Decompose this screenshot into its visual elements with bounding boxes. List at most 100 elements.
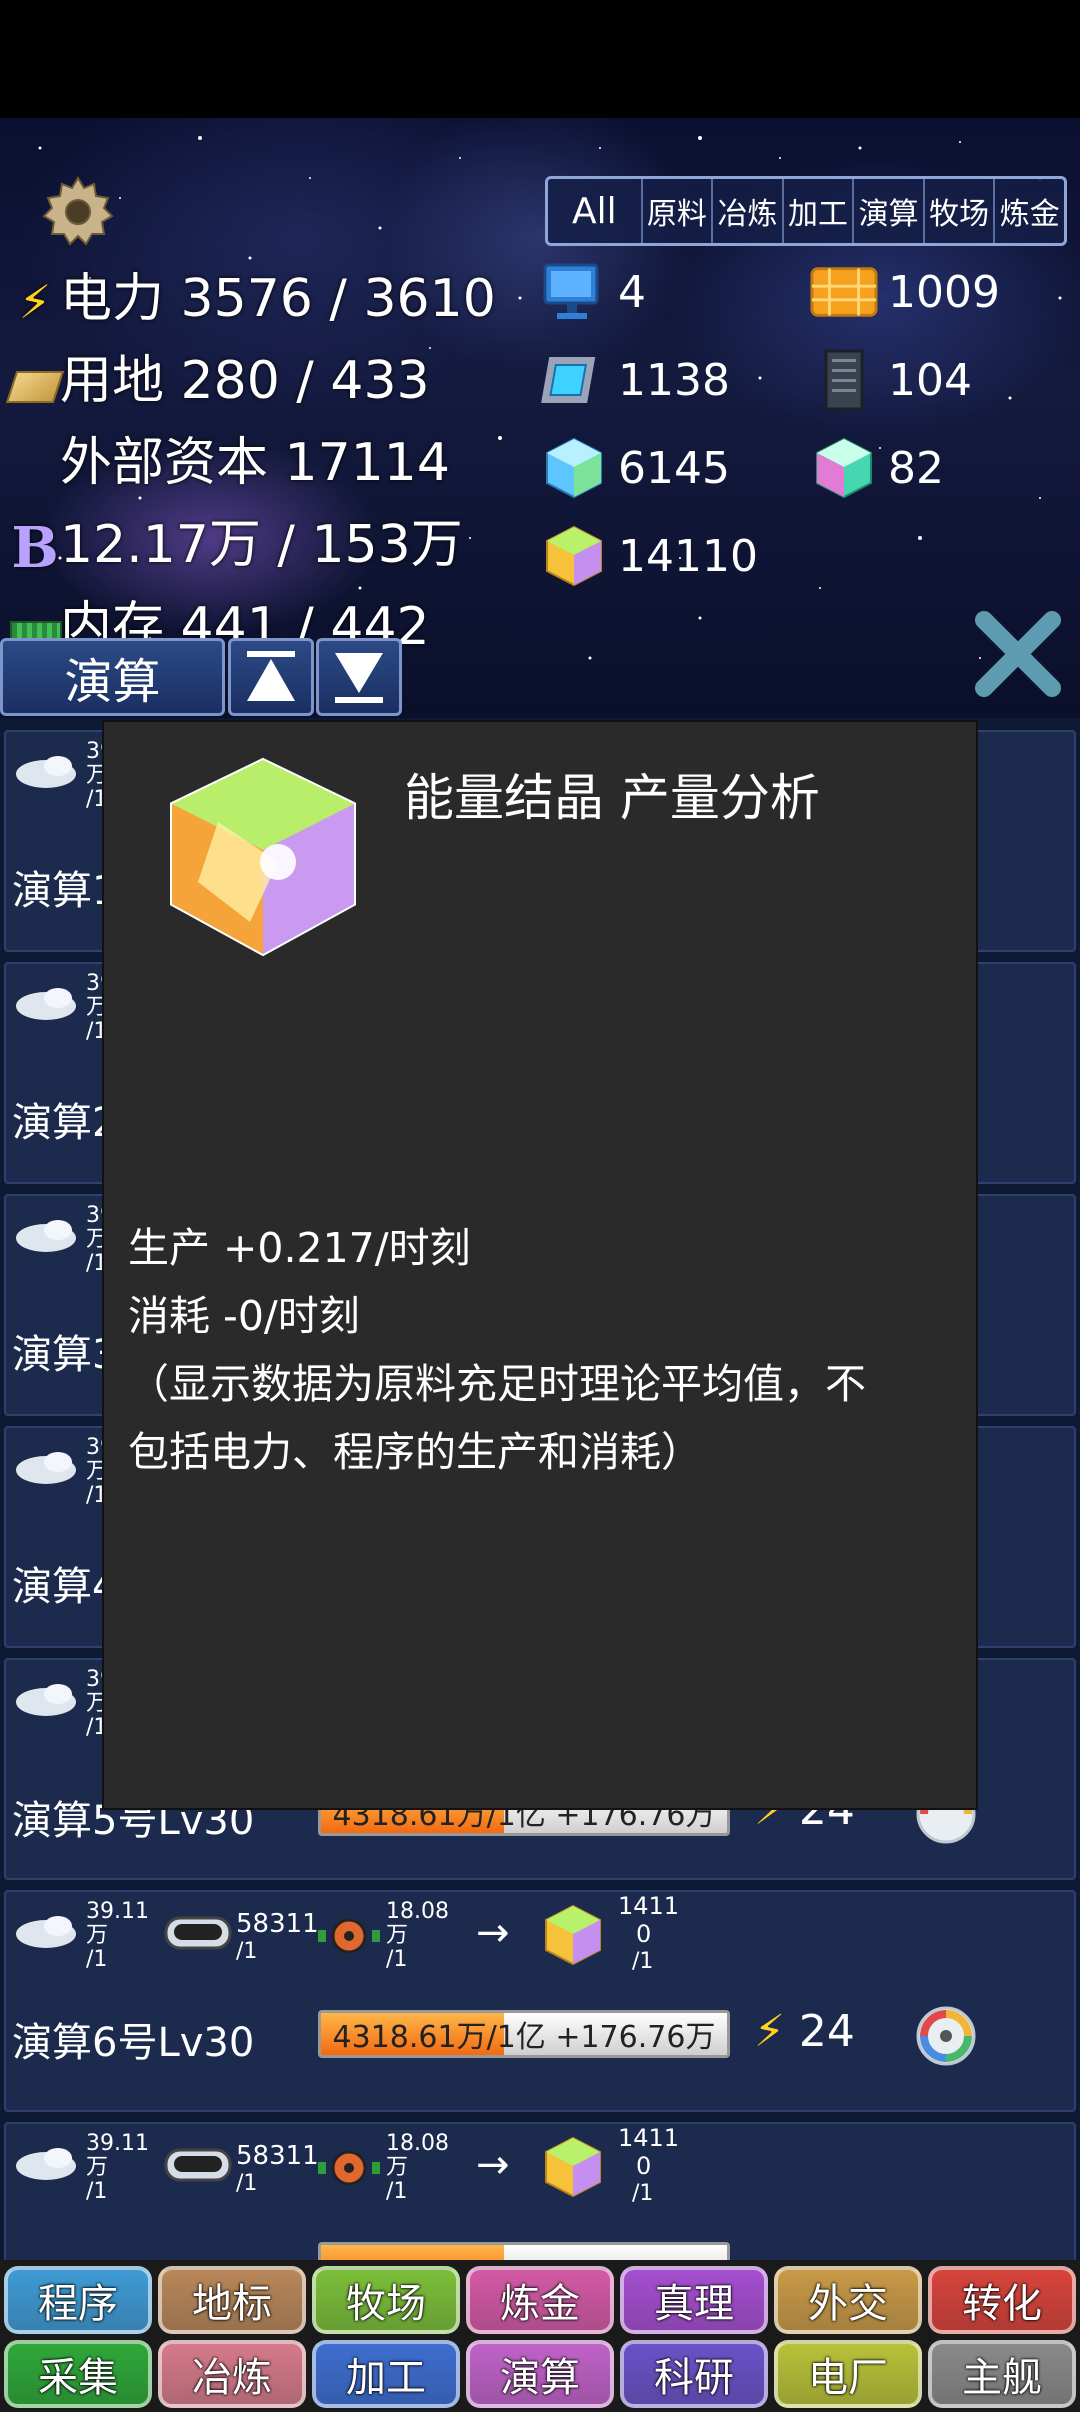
input-rate: /1 [386, 1947, 408, 1972]
land-value: 用地 280 / 433 [60, 351, 430, 411]
category-selector[interactable]: 演算 [0, 638, 225, 716]
input-amount: 18.08 [386, 2131, 449, 2156]
resource-chip-card: 1009 [810, 258, 1000, 326]
cloud-data-icon [16, 988, 76, 1020]
filter-tab-smelt[interactable]: 冶炼 [713, 179, 784, 243]
blue-crystal-icon [546, 437, 602, 499]
dialog-title: 能量结晶 产量分析 [404, 769, 820, 827]
energy-crystal-icon [546, 525, 602, 587]
arrow-right-icon: → [476, 1910, 510, 1956]
bandwidth-value: 12.17万 / 153万 [60, 515, 463, 575]
filter-tab-raw[interactable]: 原料 [643, 179, 714, 243]
arrow-right-icon: → [476, 2142, 510, 2188]
chip-card-icon [810, 267, 878, 317]
filter-tab-bar: All 原料 冶炼 加工 演算 牧场 炼金 [545, 176, 1067, 246]
resource-computer: 4 [540, 258, 646, 326]
server-icon [824, 349, 864, 411]
scroll-bottom-button[interactable] [316, 638, 402, 716]
production-progress-bar [318, 2242, 730, 2260]
nav-landmark[interactable]: 地标 [158, 2266, 306, 2334]
cpu-count: 1138 [618, 354, 730, 406]
land-stat: 用地 280 / 433 [5, 338, 430, 414]
status-bar [0, 0, 1080, 118]
nav-diplomacy[interactable]: 外交 [774, 2266, 922, 2334]
power-usage: ⚡ 24 [754, 2006, 855, 2057]
input-rate: /1 [86, 1947, 108, 1972]
output-amount: 1411 [618, 1892, 680, 1920]
green-crystal-count: 82 [888, 442, 944, 494]
nav-research[interactable]: 科研 [620, 2340, 768, 2408]
resource-server: 104 [810, 346, 972, 414]
arrow-up-to-top-icon [247, 651, 295, 701]
nav-mothership[interactable]: 主舰 [928, 2340, 1076, 2408]
production-analysis-dialog: 能量结晶 产量分析 生产 +0.217/时刻 消耗 -0/时刻 （显示数据为原料… [104, 722, 976, 1808]
input-unit: 万 [386, 1923, 409, 1948]
energy-crystal-icon [545, 2136, 601, 2198]
input-amount: 39.11 [86, 1899, 149, 1924]
computer-icon [543, 263, 599, 319]
building-name: 演算1 [12, 868, 118, 914]
cloud-data-icon [16, 2148, 76, 2180]
input-unit: 万 [86, 2155, 109, 2180]
building-name: 演算4 [12, 1564, 118, 1610]
dialog-note: （显示数据为原料充足时理论平均值，不 [128, 1360, 866, 1408]
film-reel-icon [318, 1918, 380, 1954]
building-name: 演算3 [12, 1332, 118, 1378]
bandwidth-stat: B12.17万 / 153万 [10, 502, 463, 581]
nav-truth[interactable]: 真理 [620, 2266, 768, 2334]
output-amount: 1411 [618, 2124, 680, 2152]
resource-energy-crystal: 14110 [540, 522, 758, 590]
energy-crystal-count: 14110 [618, 530, 758, 582]
output-stock: 0 [636, 2152, 652, 2180]
land-map-icon [5, 371, 65, 403]
resource-blue-crystal: 6145 [540, 434, 730, 502]
nav-smelt[interactable]: 冶炼 [158, 2340, 306, 2408]
lightning-icon: ⚡ [18, 275, 52, 329]
filter-tab-compute[interactable]: 演算 [854, 179, 925, 243]
bandwidth-b-icon: B [11, 515, 59, 581]
input-unit: 万 [386, 2155, 409, 2180]
filter-tab-all[interactable]: All [548, 179, 643, 243]
server-count: 104 [888, 354, 972, 406]
nav-compute[interactable]: 演算 [466, 2340, 614, 2408]
resource-green-crystal: 82 [810, 434, 944, 502]
nav-program[interactable]: 程序 [4, 2266, 152, 2334]
consumption-rate: 消耗 -0/时刻 [128, 1292, 360, 1340]
bottom-navigation: 程序 地标 牧场 炼金 真理 外交 转化 采集 冶炼 加工 演算 科研 电厂 主… [0, 2260, 1080, 2412]
cloud-data-icon [16, 756, 76, 788]
output-rate: /1 [632, 1949, 654, 1974]
speed-gauge-icon[interactable] [914, 2004, 978, 2068]
building-row[interactable]: 39.11 万 /1 58311 /1 18.08 万 /1 → 1411 0 … [4, 2122, 1076, 2260]
cpu-icon [541, 357, 596, 403]
nav-gather[interactable]: 采集 [4, 2340, 152, 2408]
resource-cpu: 1138 [540, 346, 730, 414]
settings-gear-icon[interactable] [40, 174, 116, 250]
production-rate: 生产 +0.217/时刻 [128, 1224, 471, 1272]
building-name: 演算6号Lv30 [12, 2020, 255, 2066]
nav-alchemy[interactable]: 炼金 [466, 2266, 614, 2334]
filter-tab-process[interactable]: 加工 [784, 179, 855, 243]
nav-power-plant[interactable]: 电厂 [774, 2340, 922, 2408]
close-icon[interactable] [972, 608, 1064, 700]
production-progress-bar: 4318.61万/1亿 +176.76万 [318, 2010, 730, 2058]
energy-crystal-large-icon [170, 757, 356, 957]
nav-ranch[interactable]: 牧场 [312, 2266, 460, 2334]
power-usage-value: 24 [798, 2006, 855, 2057]
nav-process[interactable]: 加工 [312, 2340, 460, 2408]
output-stock: 0 [636, 1920, 652, 1948]
progress-fill [321, 2245, 504, 2260]
input-rate: /1 [236, 2171, 258, 2196]
dialog-note-continued: 包括电力、程序的生产和消耗） [128, 1428, 702, 1476]
input-amount: 39.11 [86, 2131, 149, 2156]
power-stat: ⚡ 电力 3576 / 3610 [10, 256, 496, 331]
scroll-top-button[interactable] [228, 638, 314, 716]
building-row[interactable]: 39.11 万 /1 58311 /1 18.08 万 /1 → 1411 0 … [4, 1890, 1076, 2112]
resource-header: ⚡ 电力 3576 / 3610 用地 280 / 433 外部资本 17114 … [0, 118, 1080, 718]
nav-convert[interactable]: 转化 [928, 2266, 1076, 2334]
input-amount: 58311 [236, 2141, 319, 2171]
cloud-data-icon [16, 1684, 76, 1716]
filter-tab-ranch[interactable]: 牧场 [925, 179, 996, 243]
cloud-data-icon [16, 1916, 76, 1948]
filter-tab-alchemy[interactable]: 炼金 [995, 179, 1064, 243]
input-rate: /1 [386, 2179, 408, 2204]
